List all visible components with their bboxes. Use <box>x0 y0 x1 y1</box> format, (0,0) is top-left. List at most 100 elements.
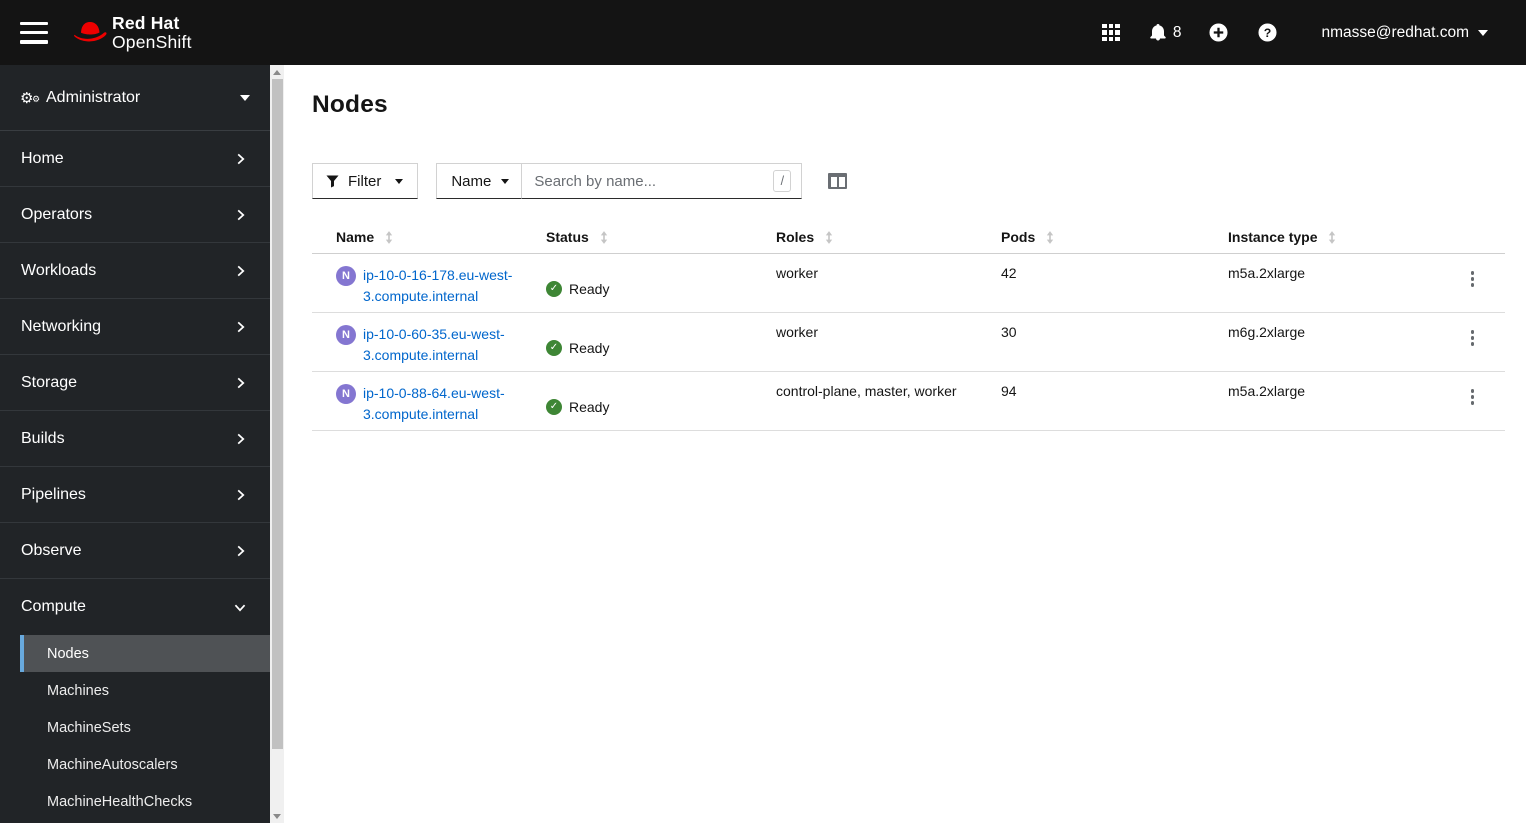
sidebar-item-label: Storage <box>21 373 78 391</box>
manage-columns-button[interactable] <box>828 173 848 189</box>
sidebar-item-workloads[interactable]: Workloads <box>0 243 270 299</box>
chevron-right-icon <box>237 377 245 388</box>
node-name-link[interactable]: ip-10-0-16-178.eu-west-3.compute.interna… <box>363 265 525 307</box>
ready-check-icon: ✓ <box>546 339 562 356</box>
compute-subnav: Nodes Machines MachineSets MachineAutosc… <box>0 635 270 823</box>
filter-label: Filter <box>348 172 382 190</box>
subnav-item-label: MachineAutoscalers <box>47 756 178 773</box>
node-instance-type: m5a.2xlarge <box>1228 265 1306 281</box>
brand-line2: OpenShift <box>112 31 192 52</box>
subnav-item-label: Machines <box>47 682 110 699</box>
sidebar-item-pipelines[interactable]: Pipelines <box>0 467 270 523</box>
status-text: Ready <box>569 280 610 297</box>
page-title: Nodes <box>312 91 388 118</box>
node-instance-type: m5a.2xlarge <box>1228 383 1306 399</box>
node-roles: worker <box>776 324 819 340</box>
user-menu[interactable]: nmasse@redhat.com <box>1321 24 1488 42</box>
sidebar-subitem-machinesets[interactable]: MachineSets <box>20 709 270 746</box>
chevron-right-icon <box>237 209 245 220</box>
kebab-menu-icon[interactable] <box>1463 327 1483 371</box>
node-name-link[interactable]: ip-10-0-88-64.eu-west-3.compute.internal <box>363 383 525 425</box>
sidebar-item-label: Observe <box>21 541 82 559</box>
sidebar-item-observe[interactable]: Observe <box>0 523 270 579</box>
column-header-status[interactable]: Status <box>546 220 776 253</box>
sidebar-subitem-machineautoscalers[interactable]: MachineAutoscalers <box>20 746 270 783</box>
sidebar-item-operators[interactable]: Operators <box>0 187 270 243</box>
table-header-row: Name Status Roles Pods Instance type <box>312 220 1505 254</box>
keyboard-shortcut-hint: / <box>773 170 792 192</box>
sidebar-item-home[interactable]: Home <box>0 131 270 187</box>
sort-icon <box>385 230 393 244</box>
sort-icon <box>600 230 607 244</box>
table-row: N ip-10-0-88-64.eu-west-3.compute.intern… <box>312 372 1505 431</box>
app-launcher-icon[interactable] <box>1102 23 1120 42</box>
sidebar-item-builds[interactable]: Builds <box>0 411 270 467</box>
sidebar-item-networking[interactable]: Networking <box>0 299 270 355</box>
chevron-right-icon <box>237 153 245 164</box>
node-status: ✓ Ready <box>546 372 776 430</box>
redhat-fedora-icon <box>74 21 107 41</box>
chevron-down-icon <box>234 604 246 612</box>
search-attribute-dropdown[interactable]: Name <box>436 163 523 199</box>
sidebar-item-compute[interactable]: Compute <box>0 579 270 635</box>
caret-down-icon <box>240 94 250 101</box>
perspective-label: Administrator <box>46 88 141 106</box>
quick-create-button[interactable] <box>1209 23 1228 42</box>
node-pods-count: 30 <box>1001 324 1017 340</box>
cogs-icon: ⚙ ⚙ <box>20 89 41 107</box>
sidebar-item-label: Builds <box>21 429 65 447</box>
subnav-item-label: MachineSets <box>47 719 131 736</box>
sort-icon <box>825 230 833 244</box>
caret-down-icon <box>1478 29 1488 36</box>
sidebar-subitem-nodes[interactable]: Nodes <box>20 635 270 672</box>
masthead: Red Hat OpenShift 8 ? nmasse@redhat.com <box>0 0 1526 65</box>
chevron-right-icon <box>237 321 245 332</box>
kebab-menu-icon[interactable] <box>1463 268 1483 312</box>
brand-line1: Red Hat <box>112 12 180 33</box>
scrollbar-up-arrow[interactable] <box>270 65 284 79</box>
user-name: nmasse@redhat.com <box>1321 23 1469 41</box>
search-attribute-label: Name <box>451 172 492 190</box>
main-content: Nodes Filter Name / <box>284 65 1526 823</box>
sort-icon <box>1329 230 1336 244</box>
sidebar-item-storage[interactable]: Storage <box>0 355 270 411</box>
sidebar-scrollbar[interactable] <box>270 65 284 823</box>
help-button[interactable]: ? <box>1258 23 1277 42</box>
bell-icon <box>1150 24 1166 41</box>
node-name-link[interactable]: ip-10-0-60-35.eu-west-3.compute.internal <box>363 324 525 366</box>
notification-count-badge: 8 <box>1172 23 1182 41</box>
node-resource-badge: N <box>336 266 356 286</box>
sidebar-subitem-machines[interactable]: Machines <box>20 672 270 709</box>
hamburger-menu-icon[interactable] <box>20 21 48 44</box>
chevron-right-icon <box>237 489 245 500</box>
sidebar-item-label: Pipelines <box>21 485 86 503</box>
chevron-right-icon <box>237 545 245 556</box>
scrollbar-down-arrow[interactable] <box>270 809 284 823</box>
node-roles: control-plane, master, worker <box>776 383 957 399</box>
redhat-openshift-logo[interactable]: Red Hat OpenShift <box>73 12 192 52</box>
node-pods-count: 42 <box>1001 265 1017 281</box>
node-resource-badge: N <box>336 384 356 404</box>
filter-dropdown[interactable]: Filter <box>312 163 419 199</box>
search-input[interactable] <box>522 163 803 199</box>
chevron-right-icon <box>237 433 245 444</box>
node-status: ✓ Ready <box>546 254 776 312</box>
plus-circle-icon <box>1209 23 1228 42</box>
search-group: Name / <box>436 163 803 199</box>
sidebar-subitem-machinehealthchecks[interactable]: MachineHealthChecks <box>20 783 270 820</box>
notifications-button[interactable]: 8 <box>1150 23 1182 42</box>
question-circle-icon: ? <box>1258 23 1277 42</box>
column-header-instance-type[interactable]: Instance type <box>1228 220 1440 253</box>
status-text: Ready <box>569 339 610 356</box>
scrollbar-thumb[interactable] <box>271 79 283 749</box>
sidebar-item-label: Networking <box>21 317 102 335</box>
perspective-switcher[interactable]: ⚙ ⚙ Administrator <box>0 65 270 131</box>
column-header-roles[interactable]: Roles <box>776 220 1001 253</box>
node-roles: worker <box>776 265 819 281</box>
subnav-item-label: MachineHealthChecks <box>47 793 193 810</box>
kebab-menu-icon[interactable] <box>1463 386 1483 430</box>
list-toolbar: Filter Name / <box>312 163 1505 199</box>
table-row: N ip-10-0-60-35.eu-west-3.compute.intern… <box>312 313 1505 372</box>
column-header-name[interactable]: Name <box>312 220 546 253</box>
column-header-pods[interactable]: Pods <box>1001 220 1228 253</box>
